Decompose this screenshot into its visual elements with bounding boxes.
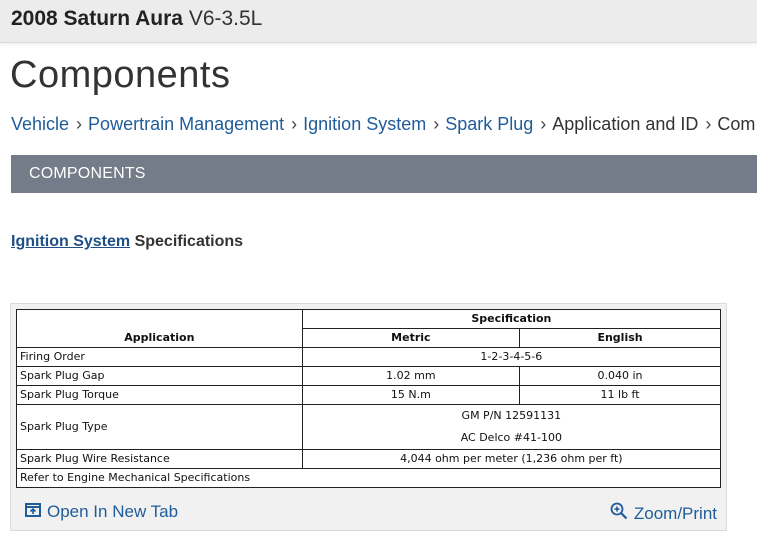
header-english: English <box>519 328 721 348</box>
cell-application: Spark Plug Torque <box>16 385 303 405</box>
zoom-in-icon <box>610 502 628 525</box>
cell-application: Spark Plug Type <box>16 404 303 450</box>
cell-application: Spark Plug Wire Resistance <box>16 449 303 469</box>
table-row: Spark Plug Gap 1.02 mm 0.040 in <box>16 366 721 386</box>
section-bar: COMPONENTS <box>11 155 757 193</box>
vehicle-title: 2008 Saturn Aura V6-3.5L <box>11 7 262 31</box>
spec-heading-text: Specifications <box>134 233 244 250</box>
breadcrumb-application-and-id: Application and ID <box>552 114 699 134</box>
chevron-right-icon: › <box>433 114 440 134</box>
vehicle-engine: V6-3.5L <box>188 7 263 30</box>
top-header-bar: 2008 Saturn Aura V6-3.5L <box>0 0 757 43</box>
breadcrumb: Vehicle › Powertrain Management › Ignition S… <box>11 114 757 135</box>
cell-application: Firing Order <box>16 347 303 367</box>
cell-application: Spark Plug Gap <box>16 366 303 386</box>
cell-value: 1-2-3-4-5-6 <box>301 347 722 367</box>
vehicle-name: 2008 Saturn Aura <box>11 7 183 30</box>
open-in-new-tab-label: Open In New Tab <box>47 502 179 521</box>
section-bar-label: COMPONENTS <box>29 165 146 182</box>
cell-value-line: AC Delco #41-100 <box>460 431 562 444</box>
table-row: Spark Plug Wire Resistance 4,044 ohm per… <box>16 449 722 469</box>
header-application: Application <box>16 309 303 348</box>
chevron-right-icon: › <box>705 114 712 134</box>
cell-english: 11 lb ft <box>519 385 721 405</box>
spec-heading: Ignition System Specifications <box>11 233 243 251</box>
spec-table-card: Application Specification Metric English… <box>10 303 727 531</box>
cell-metric: 15 N.m <box>301 385 521 405</box>
table-row: Spark Plug Type GM P/N 12591131 AC Delco… <box>16 404 722 450</box>
header-specification: Specification <box>301 309 722 329</box>
zoom-print-label: Zoom/Print <box>633 503 717 523</box>
spec-table: Application Specification Metric English… <box>16 309 722 488</box>
cell-value: 4,044 ohm per meter (1,236 ohm per ft) <box>301 449 722 469</box>
zoom-print-button[interactable]: Zoom/Print <box>610 502 717 525</box>
chevron-right-icon: › <box>76 114 83 134</box>
breadcrumb-components-truncated: Com <box>717 114 756 134</box>
open-in-new-tab-button[interactable]: Open In New Tab <box>25 502 178 522</box>
table-row: Firing Order 1-2-3-4-5-6 <box>16 347 722 367</box>
table-row: Spark Plug Torque 15 N.m 11 lb ft <box>16 385 721 405</box>
header-metric: Metric <box>301 328 521 348</box>
breadcrumb-spark-plug[interactable]: Spark Plug <box>445 114 533 134</box>
cell-value: GM P/N 12591131 AC Delco #41-100 <box>301 404 722 450</box>
cell-value-line: GM P/N 12591131 <box>461 409 562 422</box>
card-actions: Open In New Tab Zoom/Print <box>11 498 726 528</box>
ignition-system-link[interactable]: Ignition System <box>11 233 130 250</box>
table-row: Refer to Engine Mechanical Specification… <box>16 468 721 488</box>
page-title: Components <box>10 54 231 96</box>
cell-english: 0.040 in <box>519 366 721 386</box>
chevron-right-icon: › <box>291 114 298 134</box>
chevron-right-icon: › <box>540 114 547 134</box>
cell-note: Refer to Engine Mechanical Specification… <box>16 468 721 488</box>
cell-metric: 1.02 mm <box>301 366 521 386</box>
breadcrumb-powertrain-management[interactable]: Powertrain Management <box>88 114 284 134</box>
breadcrumb-vehicle[interactable]: Vehicle <box>11 114 69 134</box>
breadcrumb-ignition-system[interactable]: Ignition System <box>303 114 426 134</box>
open-in-new-tab-icon <box>25 502 41 522</box>
